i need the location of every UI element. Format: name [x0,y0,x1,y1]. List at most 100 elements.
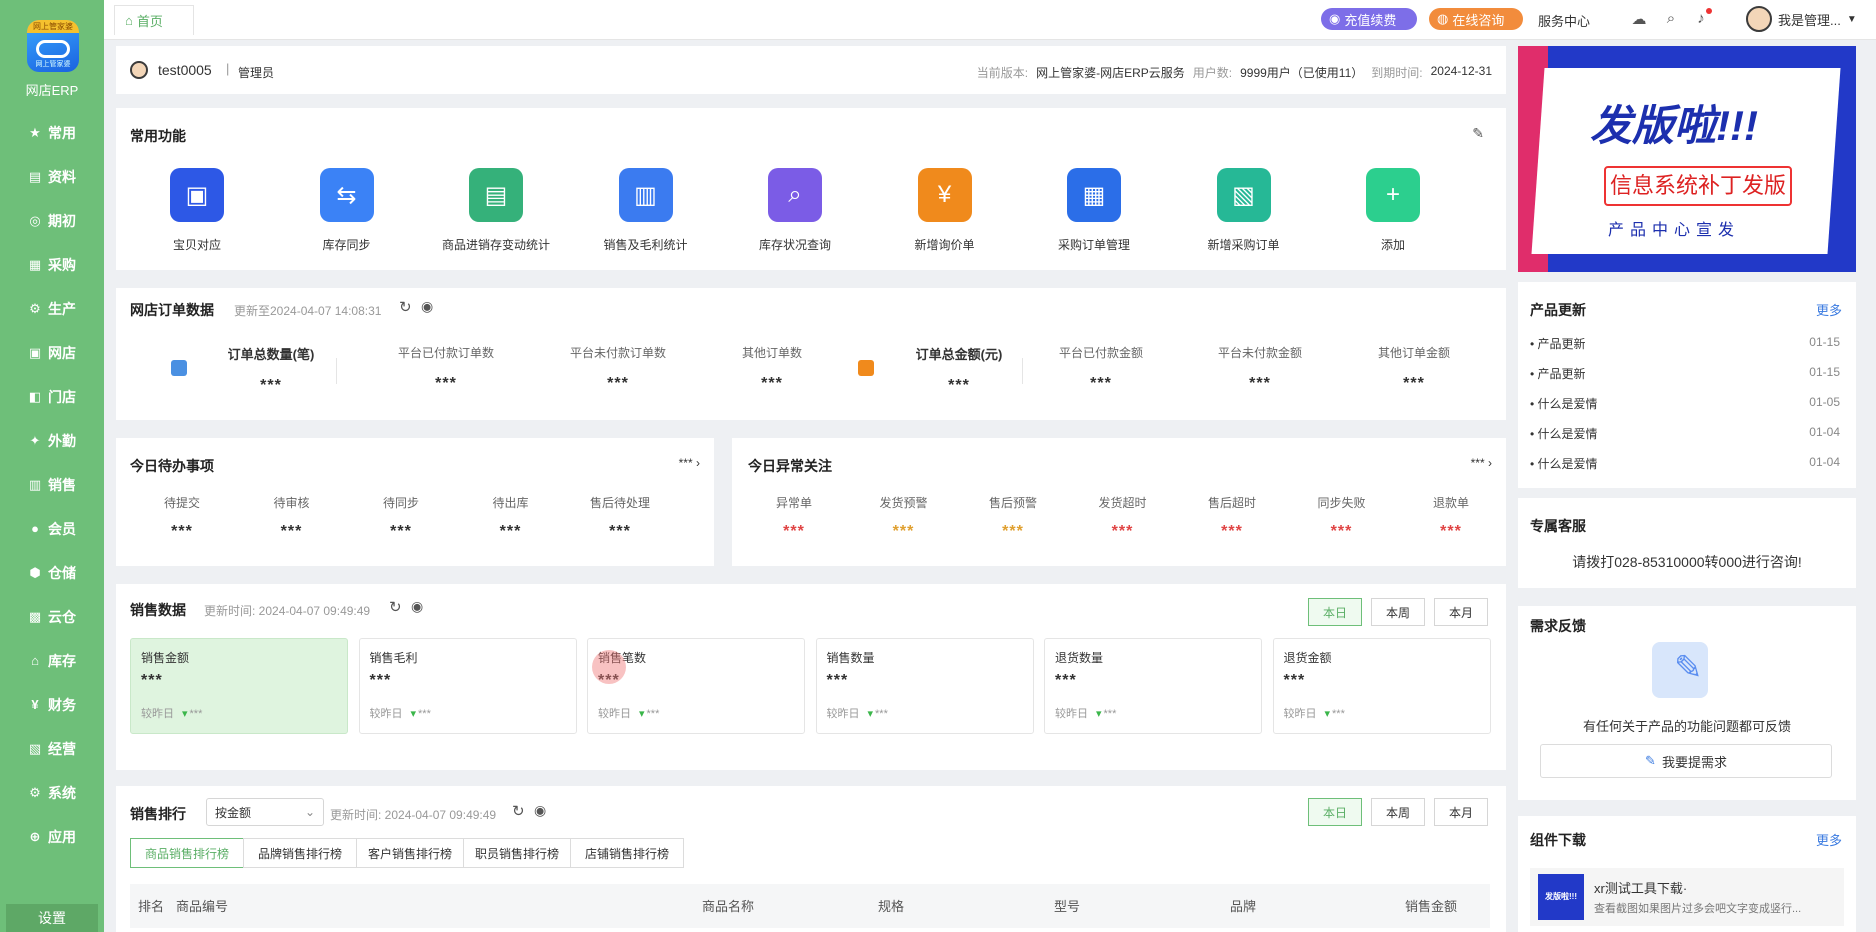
sidebar-item-label: 外勤 [48,433,76,449]
function-icon: ▥ [618,168,673,222]
ranking-tab[interactable]: 品牌销售排行榜 [243,838,357,868]
todo-item[interactable]: 待同步 *** [349,494,453,541]
column-header[interactable]: 品牌 [1230,896,1256,915]
service-center-link[interactable]: 服务中心 [1538,11,1590,30]
column-header[interactable]: 商品名称 [702,896,754,915]
news-item[interactable]: • 什么是爱情 01-05 [1530,395,1840,412]
ranking-tab[interactable]: 店铺销售排行榜 [570,838,684,868]
abnormal-item[interactable]: 异常单 *** [748,494,840,541]
abnormal-item[interactable]: 售后预警 *** [967,494,1059,541]
support-panel: 专属客服 请拨打028-85310000转000进行咨询! [1518,498,1856,588]
metric-card[interactable]: 退货数量 *** 较昨日 ▾ *** [1044,638,1262,734]
sidebar-item[interactable]: ▥ 销售 [0,470,104,500]
metric-card[interactable]: 销售笔数 *** 较昨日 ▾ *** [587,638,805,734]
cloud-download-icon[interactable]: ☁ [1630,10,1648,28]
range-button[interactable]: 本周 [1371,598,1425,626]
range-button[interactable]: 本周 [1371,798,1425,826]
abnormal-item[interactable]: 发货预警 *** [858,494,950,541]
function-shortcut[interactable]: + 添加 [1318,168,1468,253]
todo-more-link[interactable]: *** › [679,456,700,470]
sidebar-item[interactable]: ▦ 采购 [0,250,104,280]
sidebar-item[interactable]: ⚙ 系统 [0,778,104,808]
abnormal-item[interactable]: 同步失败 *** [1296,494,1388,541]
column-header[interactable]: 销售金额 [1405,896,1457,915]
function-shortcut[interactable]: ▧ 新增采购订单 [1169,168,1319,253]
column-header[interactable]: 型号 [1054,896,1080,915]
more-link[interactable]: 更多 [1816,300,1842,319]
sidebar-item[interactable]: ⌂ 库存 [0,646,104,676]
online-consult-button[interactable]: ◍ 在线咨询 [1429,8,1523,30]
metric-card[interactable]: 销售金额 *** 较昨日 ▾ *** [130,638,348,734]
news-item[interactable]: • 产品更新 01-15 [1530,365,1840,382]
sidebar-item[interactable]: ◎ 期初 [0,206,104,236]
recharge-button[interactable]: ◉ 充值续费 [1321,8,1417,30]
sidebar-item[interactable]: ★ 常用 [0,118,104,148]
sidebar-item[interactable]: ⬢ 仓储 [0,558,104,588]
edit-icon[interactable]: ✎ [1472,125,1484,142]
refresh-icon[interactable]: ↻ [399,298,412,316]
ranking-tab[interactable]: 客户销售排行榜 [356,838,464,868]
sidebar-item[interactable]: ⊕ 应用 [0,822,104,852]
function-shortcut[interactable]: ⌕ 库存状况查询 [720,168,870,253]
download-item[interactable]: 发版啦!!! xr测试工具下载· 查看截图如果图片过多会吧文字变成竖行... [1530,868,1844,926]
function-shortcut[interactable]: ▦ 采购订单管理 [1019,168,1169,253]
eye-off-icon[interactable]: ◉ [411,598,423,615]
sidebar-item[interactable]: ✦ 外勤 [0,426,104,456]
todo-item[interactable]: 待审核 *** [240,494,344,541]
function-shortcut[interactable]: ▥ 销售及毛利统计 [571,168,721,253]
metric-compare: 较昨日 ▾ *** [827,705,888,721]
abnormal-more-link[interactable]: *** › [1471,456,1492,470]
column-header[interactable]: 商品编号 [176,896,228,915]
abnormal-item[interactable]: 发货超时 *** [1077,494,1169,541]
range-button[interactable]: 本月 [1434,798,1488,826]
sidebar-item[interactable]: ▣ 网店 [0,338,104,368]
sort-select[interactable]: 按金额 ⌄ [206,798,324,826]
sidebar-item[interactable]: ⚙ 生产 [0,294,104,324]
todo-item[interactable]: 待提交 *** [130,494,234,541]
nav-icon: ◧ [28,389,42,404]
common-functions-panel: 常用功能 ✎ ▣ 宝贝对应 ⇆ 库存同步 ▤ 商品进销存变动统计 ▥ 销售及毛利统计 ⌕ 库存状况… [116,108,1506,270]
news-item[interactable]: • 产品更新 01-15 [1530,335,1840,352]
user-menu[interactable]: 我是管理... ▼ [1746,6,1857,32]
function-shortcut[interactable]: ▣ 宝贝对应 [122,168,272,253]
metric-card[interactable]: 销售数量 *** 较昨日 ▾ *** [815,638,1034,734]
sidebar-item[interactable]: ▤ 资料 [0,162,104,192]
release-banner[interactable]: 发版啦!!! 信息系统补丁发版 产品中心宣发 [1518,46,1856,272]
eye-off-icon[interactable]: ◉ [421,298,433,315]
function-shortcut[interactable]: ▤ 商品进销存变动统计 [421,168,571,253]
todo-item[interactable]: 待出库 *** [459,494,563,541]
abnormal-item[interactable]: 售后超时 *** [1186,494,1278,541]
sidebar-item[interactable]: ▩ 云仓 [0,602,104,632]
function-shortcut[interactable]: ⇆ 库存同步 [272,168,422,253]
sidebar-item[interactable]: ▧ 经营 [0,734,104,764]
column-header[interactable]: 排名 [138,896,164,915]
sidebar-item[interactable]: ¥ 财务 [0,690,104,720]
range-button[interactable]: 本日 [1308,798,1362,826]
news-item[interactable]: • 什么是爱情 01-04 [1530,425,1840,442]
metric-card[interactable]: 销售毛利 *** 较昨日 ▾ *** [358,638,577,734]
tab-home[interactable]: ⌂ 首页 [114,5,194,35]
nav-icon: ▧ [28,741,42,756]
search-icon[interactable]: ⌕ [1662,10,1680,27]
range-button[interactable]: 本月 [1434,598,1488,626]
ranking-tab[interactable]: 商品销售排行榜 [130,838,244,868]
refresh-icon[interactable]: ↻ [512,802,525,820]
range-button[interactable]: 本日 [1308,598,1362,626]
news-item[interactable]: • 什么是爱情 01-04 [1530,455,1840,472]
sidebar-item[interactable]: ● 会员 [0,514,104,544]
sidebar-item[interactable]: ◧ 门店 [0,382,104,412]
metric-card[interactable]: 退货金额 *** 较昨日 ▾ *** [1272,638,1491,734]
refresh-icon[interactable]: ↻ [389,598,402,616]
eye-icon[interactable]: ◉ [534,802,546,819]
stat-value: *** [1403,375,1425,392]
abnormal-item[interactable]: 退款单 *** [1405,494,1497,541]
more-link[interactable]: 更多 [1816,830,1842,849]
function-shortcut[interactable]: ¥ 新增询价单 [870,168,1020,253]
stat-label: 平台未付款金额 [1217,346,1302,360]
news-title-wrap: • 什么是爱情 [1530,455,1598,472]
column-header[interactable]: 规格 [878,896,904,915]
todo-item[interactable]: 售后待处理 *** [568,494,672,541]
submit-request-button[interactable]: ✎ 我要提需求 [1540,744,1832,778]
ranking-tab[interactable]: 职员销售排行榜 [463,838,571,868]
settings-button[interactable]: 设置 [6,904,98,932]
